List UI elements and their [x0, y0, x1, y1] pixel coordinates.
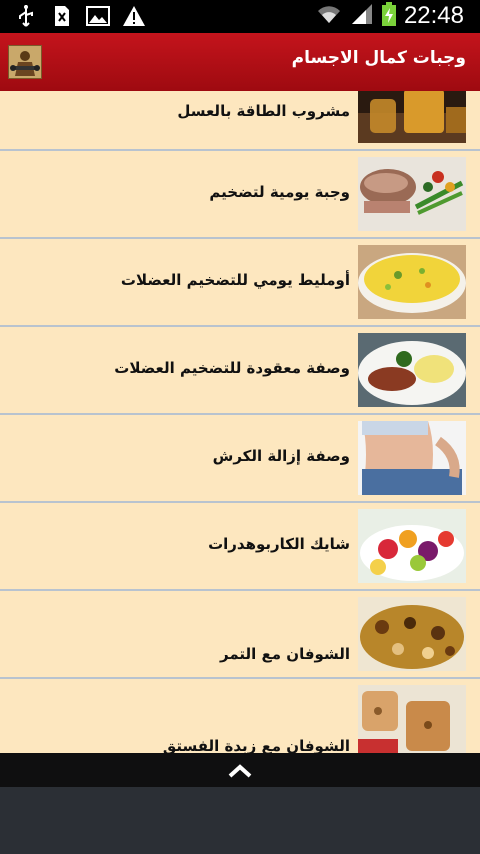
navigation-area — [0, 787, 480, 854]
list-item[interactable]: وجبة يومية لتضخيم — [0, 151, 480, 239]
meal-plate-thumbnail — [358, 333, 466, 407]
list-item-label: وصفة إزالة الكرش — [212, 447, 350, 465]
list-item[interactable]: وصفة إزالة الكرش — [0, 415, 480, 503]
list-item-label: مشروب الطاقة بالعسل — [177, 102, 350, 120]
belly-thumbnail — [358, 421, 466, 495]
oats-dates-thumbnail — [358, 597, 466, 671]
bottom-bar — [0, 753, 480, 787]
fruit-bowl-thumbnail — [358, 509, 466, 583]
list-item[interactable]: الشوفان مع التمر — [0, 591, 480, 679]
list-item[interactable]: أومليط يومي للتضخيم العضلات — [0, 239, 480, 327]
list-item[interactable]: شايك الكاربوهدرات — [0, 503, 480, 591]
sim-card-x-icon — [50, 4, 74, 28]
list-item-label: وصفة معقودة للتضخيم العضلات — [114, 359, 350, 377]
app-logo-icon[interactable] — [8, 45, 42, 79]
signal-icon — [350, 3, 374, 29]
warning-icon — [122, 4, 146, 28]
chevron-up-icon[interactable] — [225, 761, 255, 781]
list-item-label: الشوفان مع التمر — [220, 645, 350, 663]
list-item-label: الشوفان مع زبدة الفستق — [162, 737, 350, 753]
list-item[interactable]: وصفة معقودة للتضخيم العضلات — [0, 327, 480, 415]
list-item-label: أومليط يومي للتضخيم العضلات — [120, 271, 350, 289]
wifi-icon — [316, 3, 342, 29]
action-bar: وجبات كمال الاجسام — [0, 33, 480, 93]
meat-salad-thumbnail — [358, 157, 466, 231]
recipe-list: مشروب الطاقة بالعسل وجبة يومية لتضخيم أو… — [0, 91, 480, 753]
image-icon — [86, 4, 110, 28]
oats-peanut-thumbnail — [358, 685, 466, 753]
list-item[interactable]: الشوفان مع زبدة الفستق — [0, 679, 480, 753]
battery-charging-icon — [381, 2, 396, 30]
list-item[interactable]: مشروب الطاقة بالعسل — [0, 91, 480, 151]
list-item-label: وجبة يومية لتضخيم — [209, 183, 350, 201]
status-bar: 22:48 — [0, 0, 480, 33]
clock: 22:48 — [403, 2, 464, 29]
honey-drink-thumbnail — [358, 91, 466, 143]
omelette-thumbnail — [358, 245, 466, 319]
app-title: وجبات كمال الاجسام — [291, 48, 466, 68]
list-item-label: شايك الكاربوهدرات — [208, 535, 350, 553]
usb-icon — [14, 4, 38, 28]
